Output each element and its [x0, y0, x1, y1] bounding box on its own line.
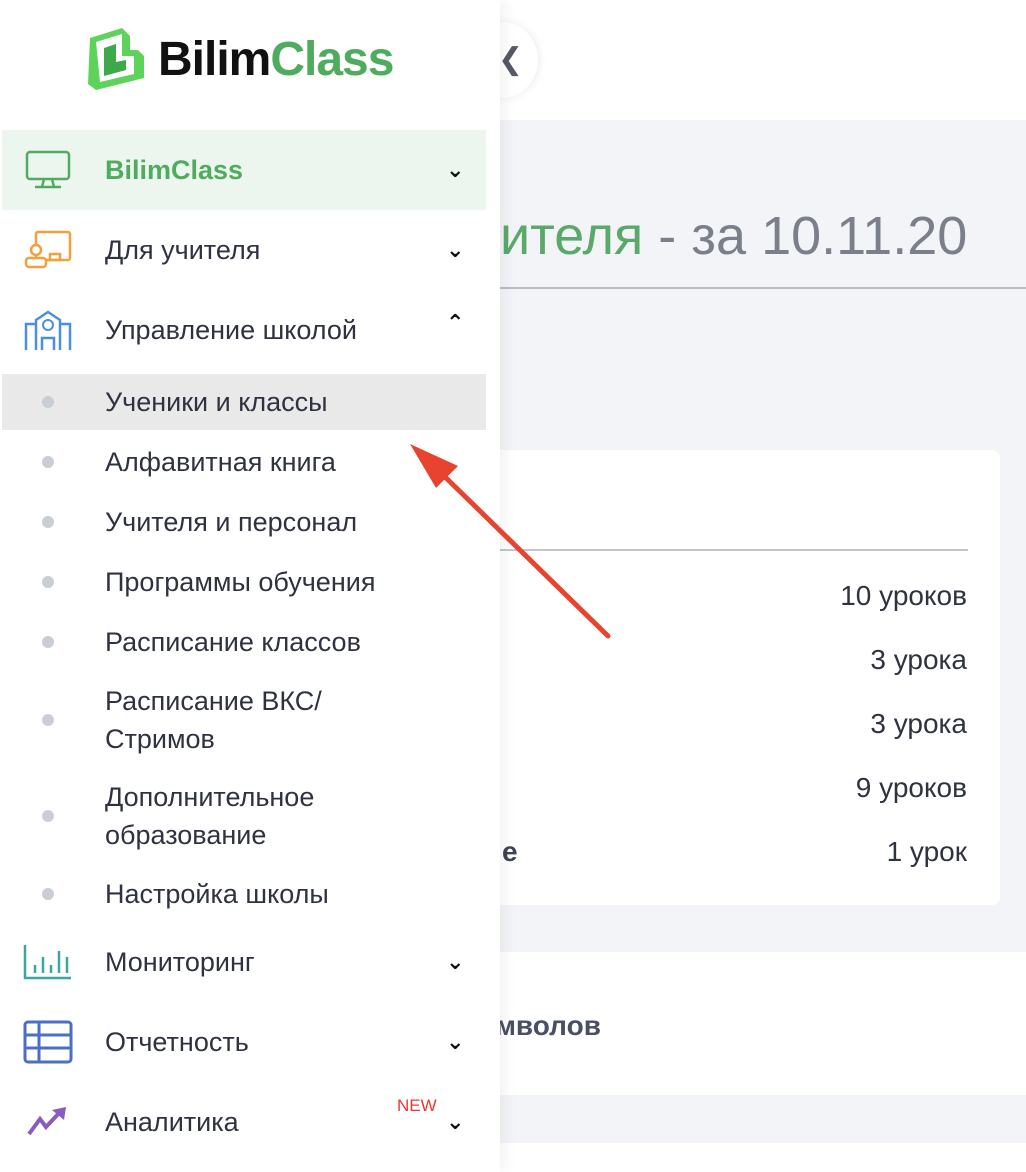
chevron-down-icon[interactable]: ⌄ — [446, 1029, 464, 1055]
sidebar-item-teacher[interactable]: Для учителя ⌄ — [2, 210, 486, 290]
monitor-icon — [22, 150, 74, 190]
subitem-label: Ученики и классы — [105, 387, 328, 417]
chevron-down-icon[interactable]: ⌄ — [446, 157, 464, 183]
subitem-label: Расписание ВКС/ Стримов — [105, 686, 322, 754]
row-value: 9 уроков — [855, 772, 967, 803]
chevron-up-icon[interactable]: ⌃ — [446, 310, 464, 336]
bullet-icon — [42, 714, 54, 726]
subitem-school-settings[interactable]: Настройка школы — [2, 866, 486, 922]
sidebar-item-label: Управление школой — [105, 314, 357, 345]
logo[interactable]: BilimClass — [86, 26, 394, 92]
new-badge: NEW — [397, 1096, 437, 1115]
sidebar-item-monitoring[interactable]: Мониторинг ⌄ — [2, 922, 486, 1002]
subitem-class-schedule[interactable]: Расписание классов — [2, 614, 486, 670]
bullet-icon — [42, 456, 54, 468]
divider — [470, 549, 968, 551]
sidebar-item-school-management[interactable]: Управление школой ⌃ — [2, 290, 486, 370]
divider — [500, 287, 1026, 289]
subitem-label: Дополнительное образование — [105, 782, 315, 850]
subitem-programs[interactable]: Программы обучения — [2, 554, 486, 610]
chevron-down-icon[interactable]: ⌄ — [446, 1109, 464, 1135]
subitem-teachers-staff[interactable]: Учителя и персонал — [2, 494, 486, 550]
subitem-alphabet-book[interactable]: Алфавитная книга — [2, 434, 486, 490]
subitem-label: Программы обучения — [105, 567, 376, 597]
subitem-vks-schedule[interactable]: Расписание ВКС/ Стримов — [2, 682, 486, 758]
title-date-part: - за 10.11.20 — [643, 206, 968, 266]
chevron-down-icon[interactable]: ⌄ — [446, 949, 464, 975]
sidebar-item-label: Для учителя — [105, 234, 261, 265]
row-value: 10 уроков — [840, 580, 967, 611]
subitem-label: Учителя и персонал — [105, 507, 358, 537]
row-value: 3 урока — [870, 708, 967, 739]
bullet-icon — [42, 576, 54, 588]
sidebar-item-label: Отчетность — [105, 1026, 249, 1057]
logo-text: Class — [270, 32, 394, 86]
bullet-icon — [42, 888, 54, 900]
sidebar-item-label: Аналитика — [105, 1106, 239, 1137]
subitem-label: Расписание классов — [105, 627, 361, 657]
bullet-icon — [42, 516, 54, 528]
row-value: 3 урока — [870, 644, 967, 675]
chevron-left-icon: ❮ — [498, 43, 524, 76]
sidebar: BilimClass BilimClass ⌄ Для учителя ⌄ Уп… — [0, 0, 500, 1172]
row-label: е — [502, 836, 518, 867]
logo-icon — [88, 28, 144, 90]
trend-up-icon — [22, 1102, 74, 1142]
sidebar-item-bilimclass[interactable]: BilimClass ⌄ — [2, 130, 486, 210]
sidebar-item-label: BilimClass — [105, 154, 244, 185]
bullet-icon — [42, 636, 54, 648]
bar-chart-icon — [22, 942, 74, 982]
page-title: ителя - за 10.11.20 — [500, 205, 967, 267]
sidebar-item-label: Мониторинг — [105, 946, 255, 977]
chevron-down-icon[interactable]: ⌄ — [446, 237, 464, 263]
bullet-icon — [42, 396, 54, 408]
sidebar-item-analytics[interactable]: Аналитика NEW ⌄ — [2, 1082, 486, 1162]
bullet-icon — [42, 810, 54, 822]
title-green-part: ителя — [500, 206, 644, 266]
panel — [470, 1143, 1026, 1172]
logo-text: Bilim — [158, 32, 271, 86]
subitem-label: Настройка школы — [105, 879, 329, 909]
row-value: 1 урок — [886, 836, 967, 867]
subitem-label: Алфавитная книга — [105, 447, 336, 477]
subitem-students-classes[interactable]: Ученики и классы — [2, 374, 486, 430]
table-icon — [22, 1020, 74, 1064]
subitem-additional-education[interactable]: Дополнительное образование — [2, 778, 486, 854]
teacher-board-icon — [22, 230, 74, 270]
sidebar-item-reports[interactable]: Отчетность ⌄ — [2, 1002, 486, 1082]
school-building-icon — [22, 310, 74, 350]
